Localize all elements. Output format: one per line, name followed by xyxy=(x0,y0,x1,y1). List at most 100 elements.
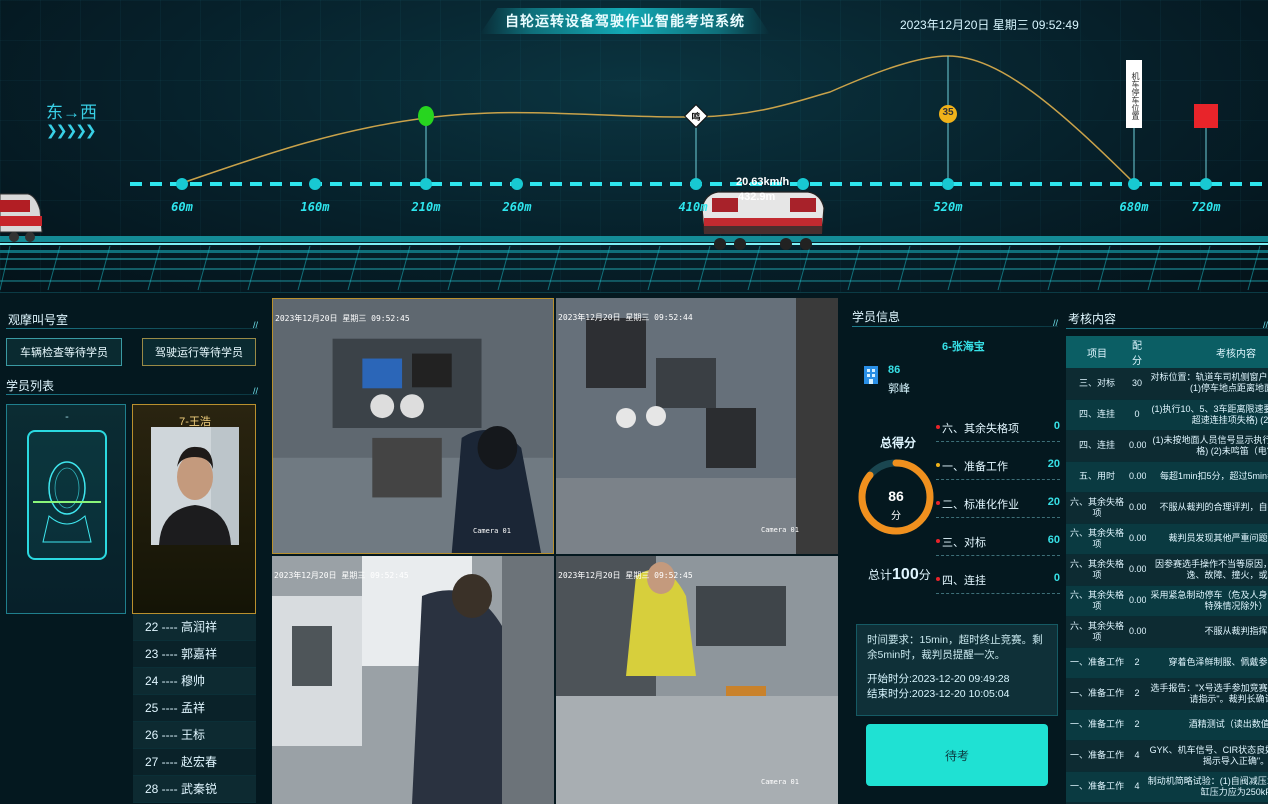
table-row[interactable]: 一、准备工作4制动机简略试验：(1)自阀减压100kPa，制动缸压力应为250k… xyxy=(1066,771,1268,803)
section-divider xyxy=(1066,320,1268,330)
table-cell: 四、连挂 xyxy=(1066,399,1128,431)
table-cell: 不服从裁判的合理评判，自行中断竞赛 xyxy=(1146,492,1268,524)
student-list[interactable]: 22 ---- 高润祥 23 ---- 郭嘉祥 24 ---- 穆帅 25 --… xyxy=(133,614,256,804)
table-cell: 2 xyxy=(1128,678,1146,710)
section-divider xyxy=(6,386,258,396)
list-item[interactable]: 23 ---- 郭嘉祥 xyxy=(133,641,256,668)
table-cell: 一、准备工作 xyxy=(1066,678,1128,710)
camera-feed-1[interactable]: 2023年12月20日 星期三 09:52:45 Camera 01 xyxy=(272,298,554,554)
list-item[interactable]: 26 ---- 王标 xyxy=(133,722,256,749)
total-score-title: 总得分 xyxy=(880,436,917,450)
track-scene: 自轮运转设备驾驶作业智能考培系统 2023年12月20日 星期三 09:52:4… xyxy=(0,0,1268,293)
table-header: 考核内容 xyxy=(1146,336,1268,368)
table-cell: 六、其余失格项 xyxy=(1066,523,1128,555)
table-row[interactable]: 一、准备工作2选手报告："X号选手参加竞赛，准备好了，请指示"。裁判长确认… xyxy=(1066,678,1268,710)
table-cell: 4 xyxy=(1128,740,1146,772)
table-cell: 2 xyxy=(1128,709,1146,741)
table-cell: 裁判员发现其他严重问题终止竞赛 xyxy=(1146,523,1268,555)
table-cell: 0 xyxy=(1128,399,1146,431)
whistle-sign-text: 鸣 xyxy=(691,112,701,122)
camera-feed-2[interactable]: 2023年12月20日 星期三 09:52:44 Camera 01 xyxy=(556,298,838,554)
table-cell: 0.00 xyxy=(1128,554,1146,586)
table-row[interactable]: 一、准备工作2酒精测试（读出数值）。 xyxy=(1066,709,1268,741)
current-datetime: 2023年12月20日 星期三 09:52:49 xyxy=(900,18,1079,32)
signal-number: 35 xyxy=(942,107,954,118)
marker-dot xyxy=(797,178,809,190)
list-item[interactable]: 24 ---- 穆帅 xyxy=(133,668,256,695)
table-row[interactable]: 六、其余失格项0.00裁判员发现其他严重问题终止竞赛 xyxy=(1066,523,1268,555)
table-cell: 0.00 xyxy=(1128,523,1146,555)
marker-dot xyxy=(690,178,702,190)
category-row: 二、标准化作业 20 xyxy=(936,480,1060,518)
category-row: 六、其余失格项 0 xyxy=(936,404,1060,442)
camera-feed-3[interactable]: 2023年12月20日 星期三 09:52:45 xyxy=(272,556,554,804)
start-time: 开始时分:2023-12-20 09:49:28 xyxy=(867,673,1010,685)
marker-dot xyxy=(176,178,188,190)
section-divider xyxy=(6,320,258,330)
exam-table: 项目 配分 考核内容 三、对标30对标位置：轨道车司机侧窗户后边缘标记线(1)停… xyxy=(1066,336,1268,804)
stop-block-icon xyxy=(1194,104,1218,128)
total-score-unit: 分 xyxy=(891,511,901,522)
table-row[interactable]: 一、准备工作2穿着色泽鲜制服、佩戴参赛胸章。 xyxy=(1066,647,1268,679)
table-row[interactable]: 三、对标30对标位置：轨道车司机侧窗户后边缘标记线(1)停车地点距离地面停 xyxy=(1066,368,1268,400)
marker-label: 210m xyxy=(411,200,441,214)
table-row[interactable]: 六、其余失格项0.00因参赛选手操作不当等原因，造成车辆退逸、故障、撞火，或人身 xyxy=(1066,554,1268,586)
stop-position-sign: 机车停车位置 xyxy=(1126,60,1142,128)
list-item[interactable]: 22 ---- 高润祥 xyxy=(133,614,256,641)
table-row[interactable]: 五、用时0.00每超1min扣5分，超过5min考试终止。 xyxy=(1066,461,1268,493)
rail-bed xyxy=(0,236,1268,282)
category-row: 一、准备工作 20 xyxy=(936,442,1060,480)
table-cell: 30 xyxy=(1128,368,1146,400)
student-info-title: 学员信息 xyxy=(852,310,901,324)
exam-table-body: 三、对标30对标位置：轨道车司机侧窗户后边缘标记线(1)停车地点距离地面停四、连… xyxy=(1066,368,1268,804)
table-row[interactable]: 一、准备工作4GYK、机车信号、CIR状态良好，"口呼运行揭示导入正确"。 xyxy=(1066,740,1268,772)
building-icon xyxy=(864,366,878,384)
table-cell: 0.00 xyxy=(1128,616,1146,648)
category-dot-icon xyxy=(936,463,940,467)
table-cell: 不服从裁判指挥 xyxy=(1146,616,1268,648)
wait-exam-button[interactable]: 待考 xyxy=(866,724,1048,786)
direction-label: 东→西 xyxy=(46,103,97,122)
list-item[interactable]: 25 ---- 孟祥 xyxy=(133,695,256,722)
table-row[interactable]: 四、连挂0(1)执行10、5、3车距离限速要求，(未执行超速连挂项失格) (2)… xyxy=(1066,399,1268,431)
student-photo xyxy=(151,427,239,545)
table-row[interactable]: 六、其余失格项0.00采用紧急制动停车（危及人身、行车安全等特殊情况除外） xyxy=(1066,585,1268,617)
table-cell: 穿着色泽鲜制服、佩戴参赛胸章。 xyxy=(1146,647,1268,679)
total-possible: 总计100分 xyxy=(868,566,931,583)
table-row[interactable]: 四、连挂0.00(1)未按地面人员信号显示执行；(连挂项失格) (2)未鸣笛（电… xyxy=(1066,430,1268,462)
list-item[interactable]: 28 ---- 武秦锐 xyxy=(133,776,256,803)
table-cell: 0.00 xyxy=(1128,585,1146,617)
student-list-title: 学员列表 xyxy=(6,379,55,393)
speed-readout: 20.63km/h xyxy=(736,176,790,188)
face-recognition-card[interactable]: - xyxy=(6,404,126,614)
marker-dot xyxy=(1128,178,1140,190)
green-signal-icon xyxy=(418,106,434,126)
camera-feed-4[interactable]: 2023年12月20日 星期三 09:52:45 Camera 01 xyxy=(556,556,838,804)
marker-label: 410m xyxy=(678,200,708,214)
time-notice: 时间要求：15min，超时终止竞赛。剩余5min时，裁判员提醒一次。 开始时分:… xyxy=(856,624,1058,716)
marker-dot xyxy=(309,178,321,190)
camera-2-scene xyxy=(556,298,838,554)
table-cell: GYK、机车信号、CIR状态良好，"口呼运行揭示导入正确"。 xyxy=(1146,740,1268,772)
student-name: 郭峰 xyxy=(888,383,910,395)
table-cell: 0.00 xyxy=(1128,492,1146,524)
driving-waiting-button[interactable]: 驾驶运行等待学员 xyxy=(142,338,256,366)
section-divider xyxy=(852,318,1058,328)
table-cell: 六、其余失格项 xyxy=(1066,585,1128,617)
table-cell: 0.00 xyxy=(1128,430,1146,462)
total-score-value: 86 xyxy=(888,488,904,504)
table-cell: 六、其余失格项 xyxy=(1066,492,1128,524)
table-row[interactable]: 六、其余失格项0.00不服从裁判的合理评判，自行中断竞赛 xyxy=(1066,492,1268,524)
table-cell: 六、其余失格项 xyxy=(1066,554,1128,586)
exam-content-panel: 考核内容 项目 配分 考核内容 三、对标30对标位置：轨道车司机侧窗户后边缘标记… xyxy=(1066,300,1268,804)
end-time: 结束时分:2023-12-20 10:05:04 xyxy=(867,688,1010,700)
table-cell: (1)执行10、5、3车距离限速要求，(未执行超速连挂项失格) (2)连 xyxy=(1146,399,1268,431)
list-item[interactable]: 27 ---- 赵宏春 xyxy=(133,749,256,776)
track-svg xyxy=(0,55,1268,291)
marker-label: 260m xyxy=(502,200,532,214)
current-student-card[interactable]: 7-王浩 xyxy=(132,404,256,614)
student-score: 86 xyxy=(888,364,901,376)
table-row[interactable]: 六、其余失格项 0.00 不服从裁判指挥 xyxy=(1066,616,1268,648)
vehicle-check-waiting-button[interactable]: 车辆检查等待学员 xyxy=(6,338,122,366)
camera-timestamp: 2023年12月20日 星期三 09:52:45 xyxy=(274,571,409,580)
